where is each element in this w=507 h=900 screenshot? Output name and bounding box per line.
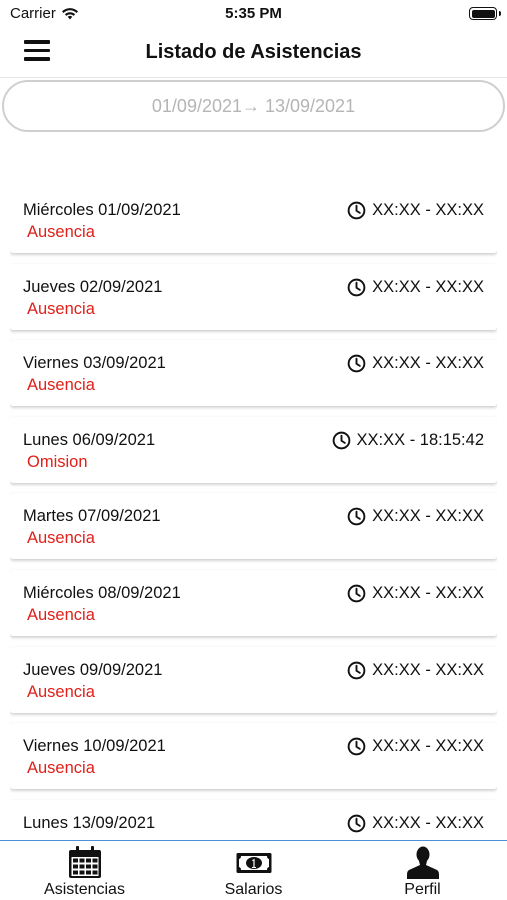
tab-label: Asistencias xyxy=(44,881,125,898)
user-icon xyxy=(406,846,439,879)
money-icon xyxy=(236,853,271,873)
tab-bar: Asistencias Salarios Perfil xyxy=(0,840,507,900)
attendance-date: Martes 07/09/2021 xyxy=(23,507,161,526)
attendance-card[interactable]: Viernes 03/09/2021 Ausencia XX:XX - XX:X… xyxy=(10,340,497,407)
attendance-status: Ausencia xyxy=(27,376,95,395)
clock-icon xyxy=(347,661,366,679)
attendance-time-text: XX:XX - XX:XX xyxy=(372,354,484,373)
attendance-time-text: XX:XX - XX:XX xyxy=(372,660,484,679)
attendance-card[interactable]: Miércoles 01/09/2021 Ausencia XX:XX - XX… xyxy=(10,187,497,253)
tab-label: Salarios xyxy=(224,881,283,898)
page-title: Listado de Asistencias xyxy=(145,41,362,63)
tab-asistencias[interactable]: Asistencias xyxy=(0,841,169,900)
attendance-time-text: XX:XX - XX:XX xyxy=(372,507,484,526)
clock-icon xyxy=(347,278,366,296)
attendance-time: XX:XX - 18:15:42 xyxy=(332,430,485,450)
attendance-status: Ausencia xyxy=(27,759,95,778)
attendance-card[interactable]: Jueves 02/09/2021 Ausencia XX:XX - XX:XX xyxy=(10,263,497,330)
attendance-time: XX:XX - XX:XX xyxy=(347,814,484,833)
attendance-time: XX:XX - XX:XX xyxy=(347,584,484,603)
tab-salarios[interactable]: Salarios xyxy=(169,841,338,900)
attendance-date: Lunes 13/09/2021 xyxy=(23,813,156,832)
attendance-time: XX:XX - XX:XX xyxy=(347,661,484,680)
calendar-icon xyxy=(68,846,101,878)
battery-icon xyxy=(469,7,501,20)
attendance-time-text: XX:XX - 18:15:42 xyxy=(356,430,485,449)
date-range-text: 01/09/2021→ 13/09/2021 xyxy=(151,95,356,116)
attendance-status: Omision xyxy=(27,452,88,471)
attendance-date: Miércoles 01/09/2021 xyxy=(23,201,181,219)
date-range-picker[interactable]: 01/09/2021→ 13/09/2021 xyxy=(2,80,505,132)
attendance-time-text: XX:XX - XX:XX xyxy=(372,277,484,296)
attendance-time: XX:XX - XX:XX xyxy=(347,737,484,756)
attendance-card[interactable]: Lunes 13/09/2021 XX:XX - XX:XX xyxy=(10,799,497,840)
attendance-time-text: XX:XX - XX:XX xyxy=(372,583,484,602)
status-bar: Carrier 5:35 PM xyxy=(0,0,507,28)
clock-icon xyxy=(347,584,366,603)
clock-icon xyxy=(347,814,366,833)
clock-icon xyxy=(332,431,350,450)
attendance-card[interactable]: Jueves 09/09/2021 Ausencia XX:XX - XX:XX xyxy=(10,646,497,713)
attendance-status: Ausencia xyxy=(27,223,95,241)
attendance-date: Viernes 10/09/2021 xyxy=(23,737,166,756)
attendance-card[interactable]: Viernes 10/09/2021 Ausencia XX:XX - XX:X… xyxy=(10,723,497,790)
clock-icon xyxy=(347,508,366,526)
clock-icon xyxy=(347,737,366,756)
attendance-time-text: XX:XX - XX:XX xyxy=(372,201,484,219)
attendance-time: XX:XX - XX:XX xyxy=(347,354,484,373)
tab-label: Perfil xyxy=(404,881,441,898)
attendance-status: Ausencia xyxy=(27,299,95,318)
attendance-time: XX:XX - XX:XX xyxy=(347,278,484,297)
attendance-list[interactable]: Miércoles 01/09/2021 Ausencia XX:XX - XX… xyxy=(10,187,497,840)
attendance-status: Ausencia xyxy=(27,682,95,701)
attendance-date: Jueves 09/09/2021 xyxy=(23,660,163,679)
attendance-date: Miércoles 08/09/2021 xyxy=(23,583,181,602)
attendance-date: Jueves 02/09/2021 xyxy=(23,277,163,296)
attendance-date: Lunes 06/09/2021 xyxy=(23,430,156,449)
attendance-card[interactable]: Lunes 06/09/2021 Omision XX:XX - 18:15:4… xyxy=(10,416,497,483)
attendance-card[interactable]: Martes 07/09/2021 Ausencia XX:XX - XX:XX xyxy=(10,493,497,560)
attendance-status: Ausencia xyxy=(27,605,95,624)
attendance-time-text: XX:XX - XX:XX xyxy=(372,737,484,756)
clock-icon xyxy=(347,201,366,220)
attendance-status: Ausencia xyxy=(27,529,95,548)
clock-icon xyxy=(347,354,366,373)
attendance-time-text: XX:XX - XX:XX xyxy=(372,813,484,832)
attendance-time: XX:XX - XX:XX xyxy=(347,507,484,526)
status-time: 5:35 PM xyxy=(225,5,282,22)
attendance-card[interactable]: Miércoles 08/09/2021 Ausencia XX:XX - XX… xyxy=(10,569,497,636)
attendance-date: Viernes 03/09/2021 xyxy=(23,354,166,373)
tab-perfil[interactable]: Perfil xyxy=(338,841,507,900)
nav-bar: Listado de Asistencias xyxy=(0,28,507,78)
attendance-time: XX:XX - XX:XX xyxy=(347,201,484,220)
